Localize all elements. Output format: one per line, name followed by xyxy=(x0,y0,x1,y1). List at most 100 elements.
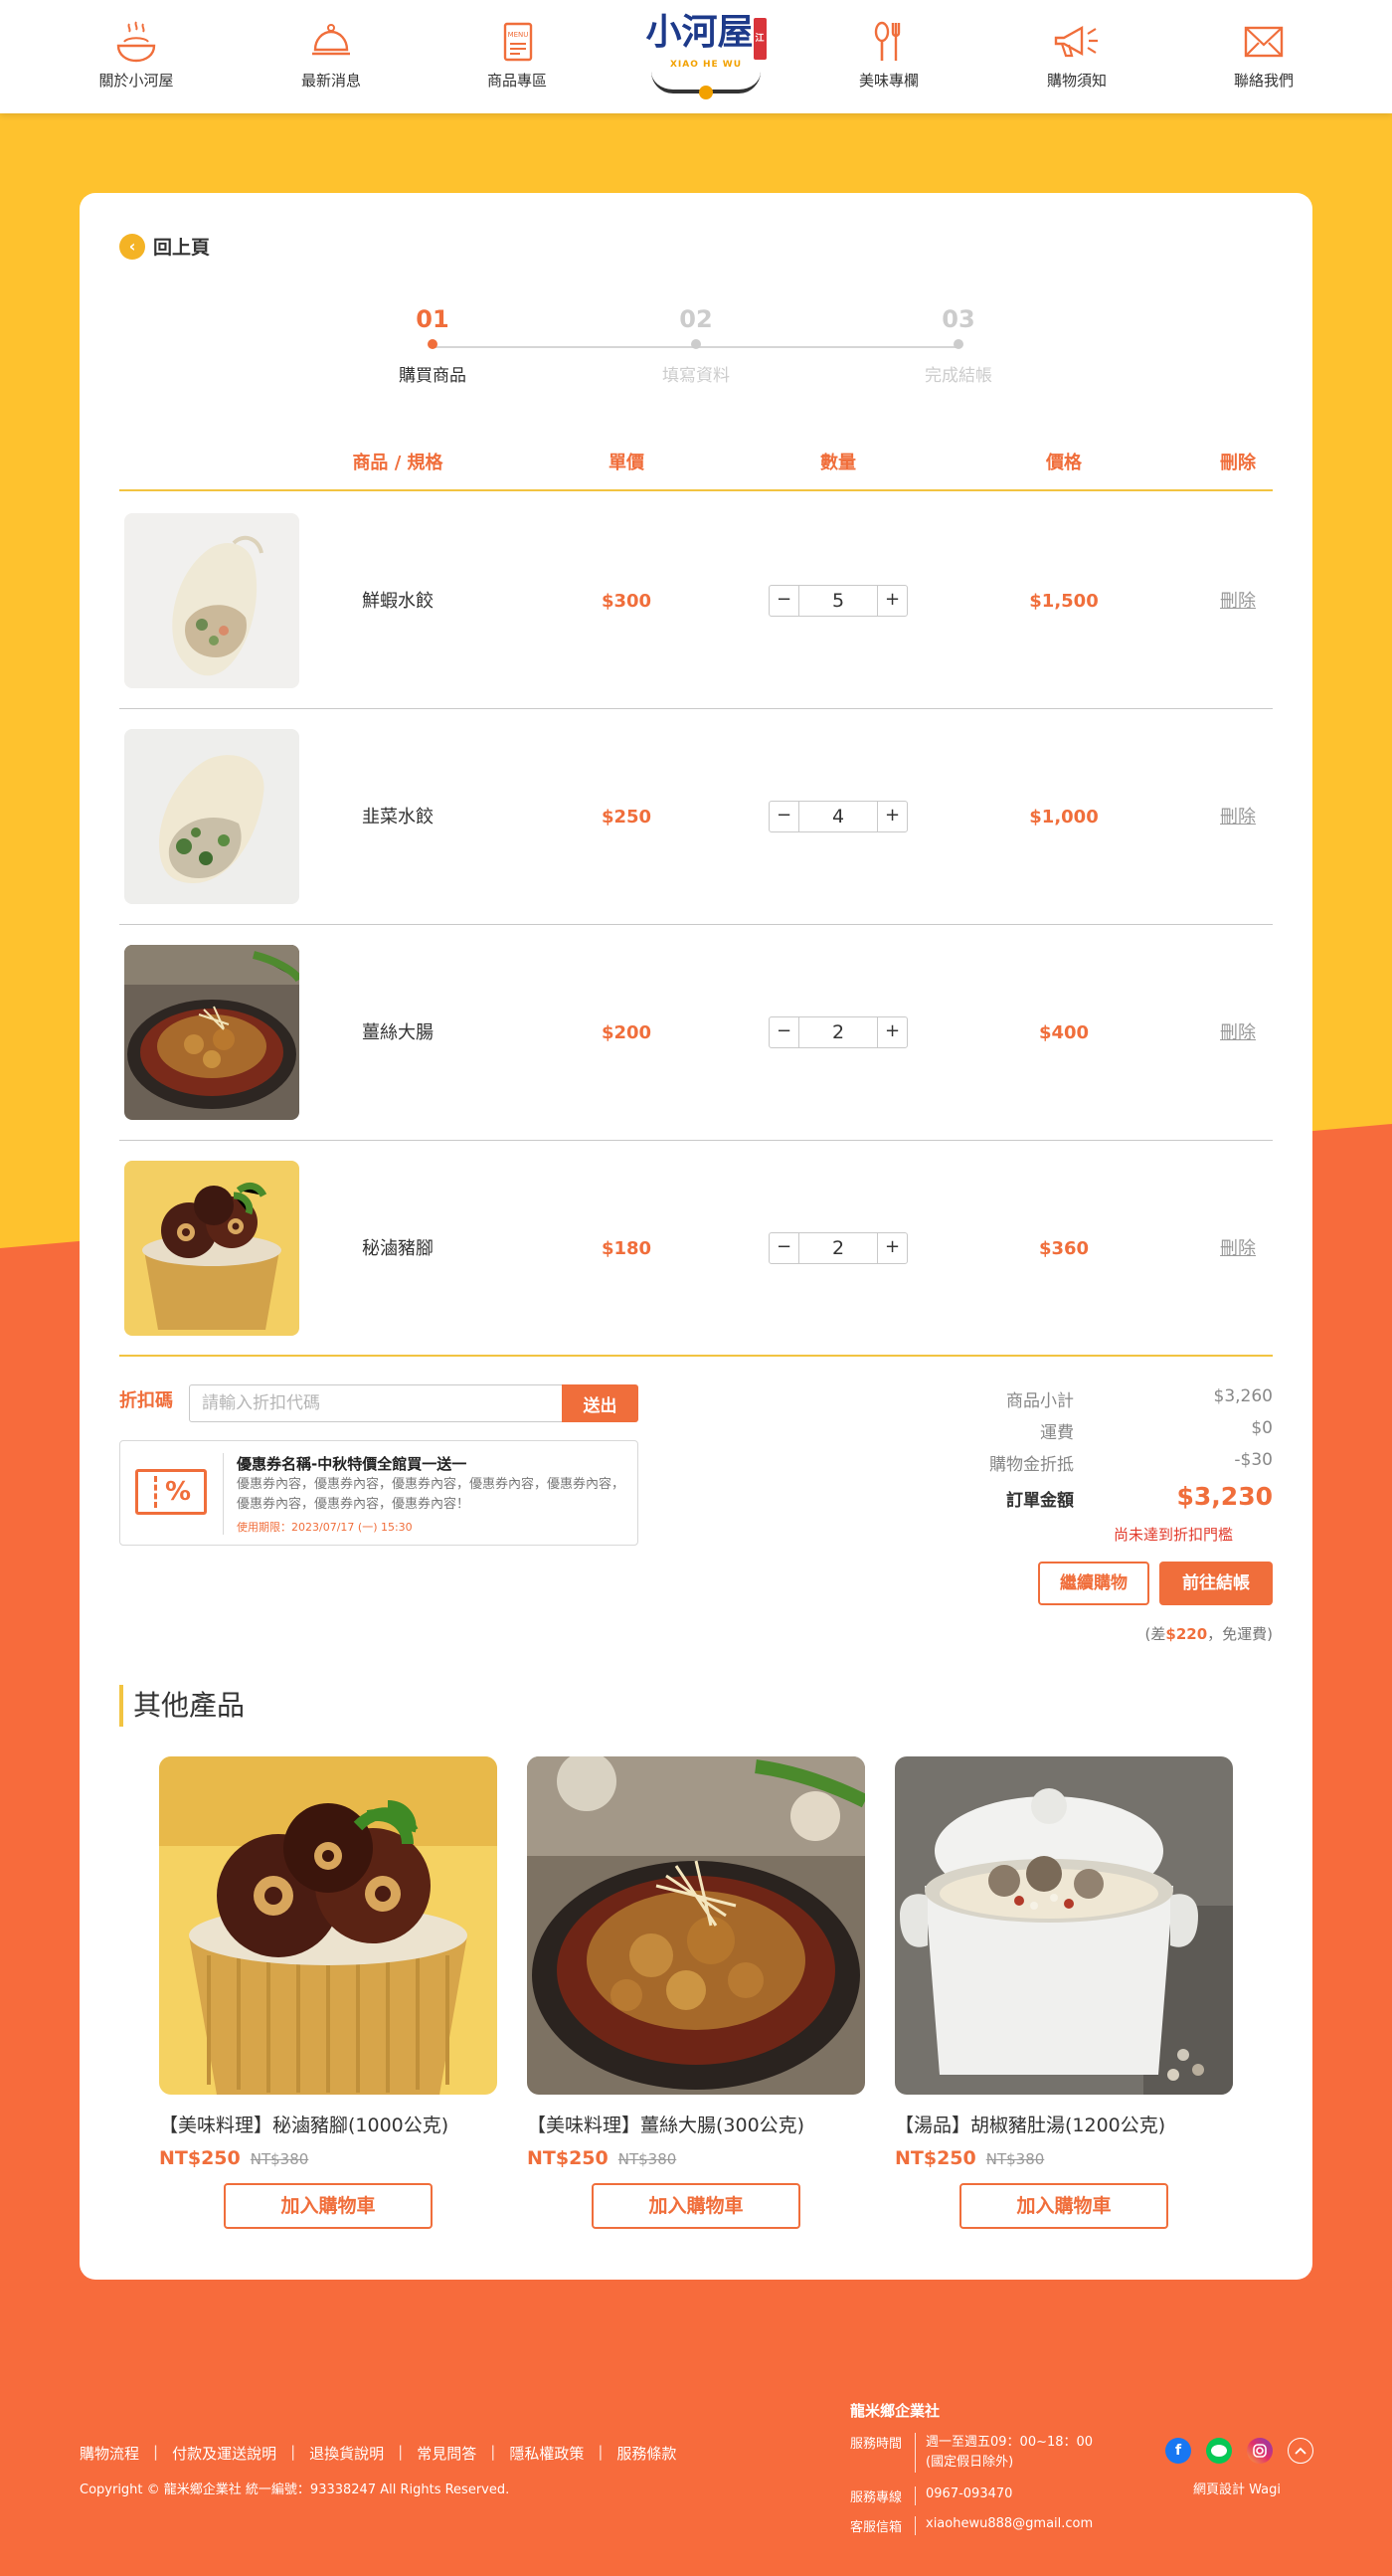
product-name[interactable]: 【美味料理】秘滷豬腳(1000公克) xyxy=(159,2111,497,2137)
instagram-icon[interactable] xyxy=(1247,2438,1273,2464)
nav-contact[interactable]: 聯絡我們 xyxy=(1204,20,1323,91)
product-original-price: NT$380 xyxy=(250,2150,309,2168)
scroll-top-icon[interactable] xyxy=(1288,2438,1313,2464)
back-button[interactable]: ‹ 回上頁 xyxy=(119,233,210,260)
cart-item-name: 韭菜水餃 xyxy=(362,807,434,828)
service-phone-value[interactable]: 0967-093470 xyxy=(926,2486,1012,2505)
quantity-decrease-button[interactable]: − xyxy=(770,586,799,616)
footer-separator: | xyxy=(490,2443,496,2461)
quantity-stepper: − 4 + xyxy=(769,801,908,832)
shipping-label: 運費 xyxy=(1040,1423,1074,1443)
header-quantity: 數量 xyxy=(820,453,856,473)
subtotal-value: $3,260 xyxy=(1213,1386,1273,1406)
cart-row: 韭菜水餃 $250 − 4 + $1,000 刪除 xyxy=(119,709,1273,925)
logo-bowl-icon xyxy=(651,72,761,99)
footer-link-faq[interactable]: 常見問答 xyxy=(417,2443,476,2464)
facebook-icon[interactable]: f xyxy=(1165,2438,1191,2464)
product-original-price: NT$380 xyxy=(617,2150,677,2168)
free-shipping-amount: $220 xyxy=(1165,1625,1208,1643)
delete-link[interactable]: 刪除 xyxy=(1203,925,1273,1141)
product-original-price: NT$380 xyxy=(985,2150,1045,2168)
quantity-decrease-button[interactable]: − xyxy=(770,1017,799,1047)
coupon-card[interactable]: % 優惠券名稱-中秋特價全館買一送一 優惠券內容，優惠券內容，優惠券內容，優惠券… xyxy=(119,1440,638,1546)
product-price-row: NT$250 NT$380 xyxy=(159,2147,497,2169)
nav-shopping-info[interactable]: 購物須知 xyxy=(1017,20,1136,91)
product-image[interactable] xyxy=(159,1756,497,2095)
coupon-title: 優惠券名稱-中秋特價全館買一送一 xyxy=(237,1455,467,1473)
site-header: 關於小河屋 最新消息 MENU 商品專區 小河屋江 XIAO HE WU 美味專… xyxy=(0,0,1392,113)
checkout-button[interactable]: 前往結帳 xyxy=(1159,1562,1273,1605)
quantity-input[interactable]: 4 xyxy=(799,802,877,831)
product-card[interactable]: 【美味料理】秘滷豬腳(1000公克) NT$250 NT$380 加入購物車 xyxy=(159,1756,497,2229)
quantity-increase-button[interactable]: + xyxy=(877,802,907,831)
nav-column[interactable]: 美味專欄 xyxy=(829,20,949,91)
quantity-decrease-button[interactable]: − xyxy=(770,802,799,831)
quantity-input[interactable]: 5 xyxy=(799,586,877,616)
quantity-increase-button[interactable]: + xyxy=(877,1233,907,1263)
cart-item-unit-price: $200 xyxy=(601,1022,652,1043)
ticket-icon: % xyxy=(135,1469,207,1515)
step-2-label: 填寫資料 xyxy=(662,366,730,386)
company-name: 龍米鄉企業社 xyxy=(850,2402,941,2420)
footer-link-privacy[interactable]: 隱私權政策 xyxy=(509,2443,584,2464)
product-card[interactable]: 【湯品】胡椒豬肚湯(1200公克) NT$250 NT$380 加入購物車 xyxy=(895,1756,1233,2229)
cart-item-name: 秘滷豬腳 xyxy=(362,1238,434,1259)
other-products-title: 其他產品 xyxy=(119,1685,245,1727)
delete-link[interactable]: 刪除 xyxy=(1203,493,1273,709)
add-to-cart-button[interactable]: 加入購物車 xyxy=(592,2183,800,2229)
free-shipping-suffix: ，免運費) xyxy=(1207,1625,1273,1643)
product-name[interactable]: 【湯品】胡椒豬肚湯(1200公克) xyxy=(895,2111,1233,2137)
service-email: 客服信箱 xiaohewu888@gmail.com xyxy=(850,2516,1093,2535)
free-shipping-prefix: (差 xyxy=(1144,1625,1166,1643)
product-name[interactable]: 【美味料理】薑絲大腸(300公克) xyxy=(527,2111,865,2137)
designer-credit[interactable]: 網頁設計 Wagi xyxy=(1193,2479,1281,2497)
quantity-increase-button[interactable]: + xyxy=(877,586,907,616)
service-email-value[interactable]: xiaohewu888@gmail.com xyxy=(926,2516,1093,2535)
quantity-increase-button[interactable]: + xyxy=(877,1017,907,1047)
nav-news[interactable]: 最新消息 xyxy=(271,20,391,91)
nav-news-label: 最新消息 xyxy=(300,72,361,90)
line-icon[interactable] xyxy=(1206,2438,1232,2464)
step-1-dot xyxy=(428,339,437,349)
product-price: NT$250 xyxy=(159,2147,241,2169)
logo[interactable]: 小河屋江 XIAO HE WU xyxy=(636,12,776,99)
step-1-number: 01 xyxy=(416,305,449,333)
add-to-cart-button[interactable]: 加入購物車 xyxy=(224,2183,433,2229)
nav-products[interactable]: MENU 商品專區 xyxy=(457,20,577,91)
step-1: 01 購買商品 xyxy=(378,302,487,386)
add-to-cart-button[interactable]: 加入購物車 xyxy=(959,2183,1168,2229)
free-shipping-note: (差$220，免運費) xyxy=(1034,1623,1273,1644)
product-image[interactable] xyxy=(527,1756,865,2095)
service-hours-label: 服務時間 xyxy=(850,2433,916,2473)
menu-icon: MENU xyxy=(503,22,533,62)
footer-links: 購物流程 | 付款及運送說明 | 退換貨說明 | 常見問答 | 隱私權政策 | 服務條款 xyxy=(80,2443,676,2464)
footer-link-payment-shipping[interactable]: 付款及運送說明 xyxy=(172,2443,276,2464)
product-image[interactable] xyxy=(895,1756,1233,2095)
quantity-decrease-button[interactable]: − xyxy=(770,1233,799,1263)
continue-shopping-button[interactable]: 繼續購物 xyxy=(1038,1562,1149,1605)
service-hours-text: 週一至週五09：00~18：00 xyxy=(926,2435,1094,2450)
step-1-label: 購買商品 xyxy=(399,366,466,386)
service-hours-note: (國定假日除外) xyxy=(926,2455,1014,2470)
megaphone-icon xyxy=(1054,25,1098,58)
cart-item-unit-price: $300 xyxy=(601,591,652,612)
footer-link-shopping-process[interactable]: 購物流程 xyxy=(80,2443,139,2464)
delete-link[interactable]: 刪除 xyxy=(1203,709,1273,925)
nav-about[interactable]: 關於小河屋 xyxy=(77,20,196,91)
footer-link-returns[interactable]: 退換貨說明 xyxy=(309,2443,384,2464)
header-price: 價格 xyxy=(1046,453,1082,473)
product-thumbnail xyxy=(124,945,299,1120)
delete-link[interactable]: 刪除 xyxy=(1203,1141,1273,1357)
coupon-submit-button[interactable]: 送出 xyxy=(562,1384,638,1422)
cart-item-total: $1,000 xyxy=(1029,807,1099,828)
threshold-notice: 尚未達到折扣門檻 xyxy=(1113,1526,1233,1544)
quantity-input[interactable]: 2 xyxy=(799,1017,877,1047)
quantity-input[interactable]: 2 xyxy=(799,1233,877,1263)
product-card[interactable]: 【美味料理】薑絲大腸(300公克) NT$250 NT$380 加入購物車 xyxy=(527,1756,865,2229)
coupon-code-input[interactable] xyxy=(189,1384,567,1422)
cart-row: 鮮蝦水餃 $300 − 5 + $1,500 刪除 xyxy=(119,493,1273,709)
footer-link-terms[interactable]: 服務條款 xyxy=(616,2443,676,2464)
coupon-description: 優惠券內容，優惠券內容，優惠券內容，優惠券內容，優惠券內容，優惠券內容，優惠券內… xyxy=(237,1477,625,1512)
cart-item-name: 鮮蝦水餃 xyxy=(362,591,434,612)
step-3-number: 03 xyxy=(942,305,975,333)
